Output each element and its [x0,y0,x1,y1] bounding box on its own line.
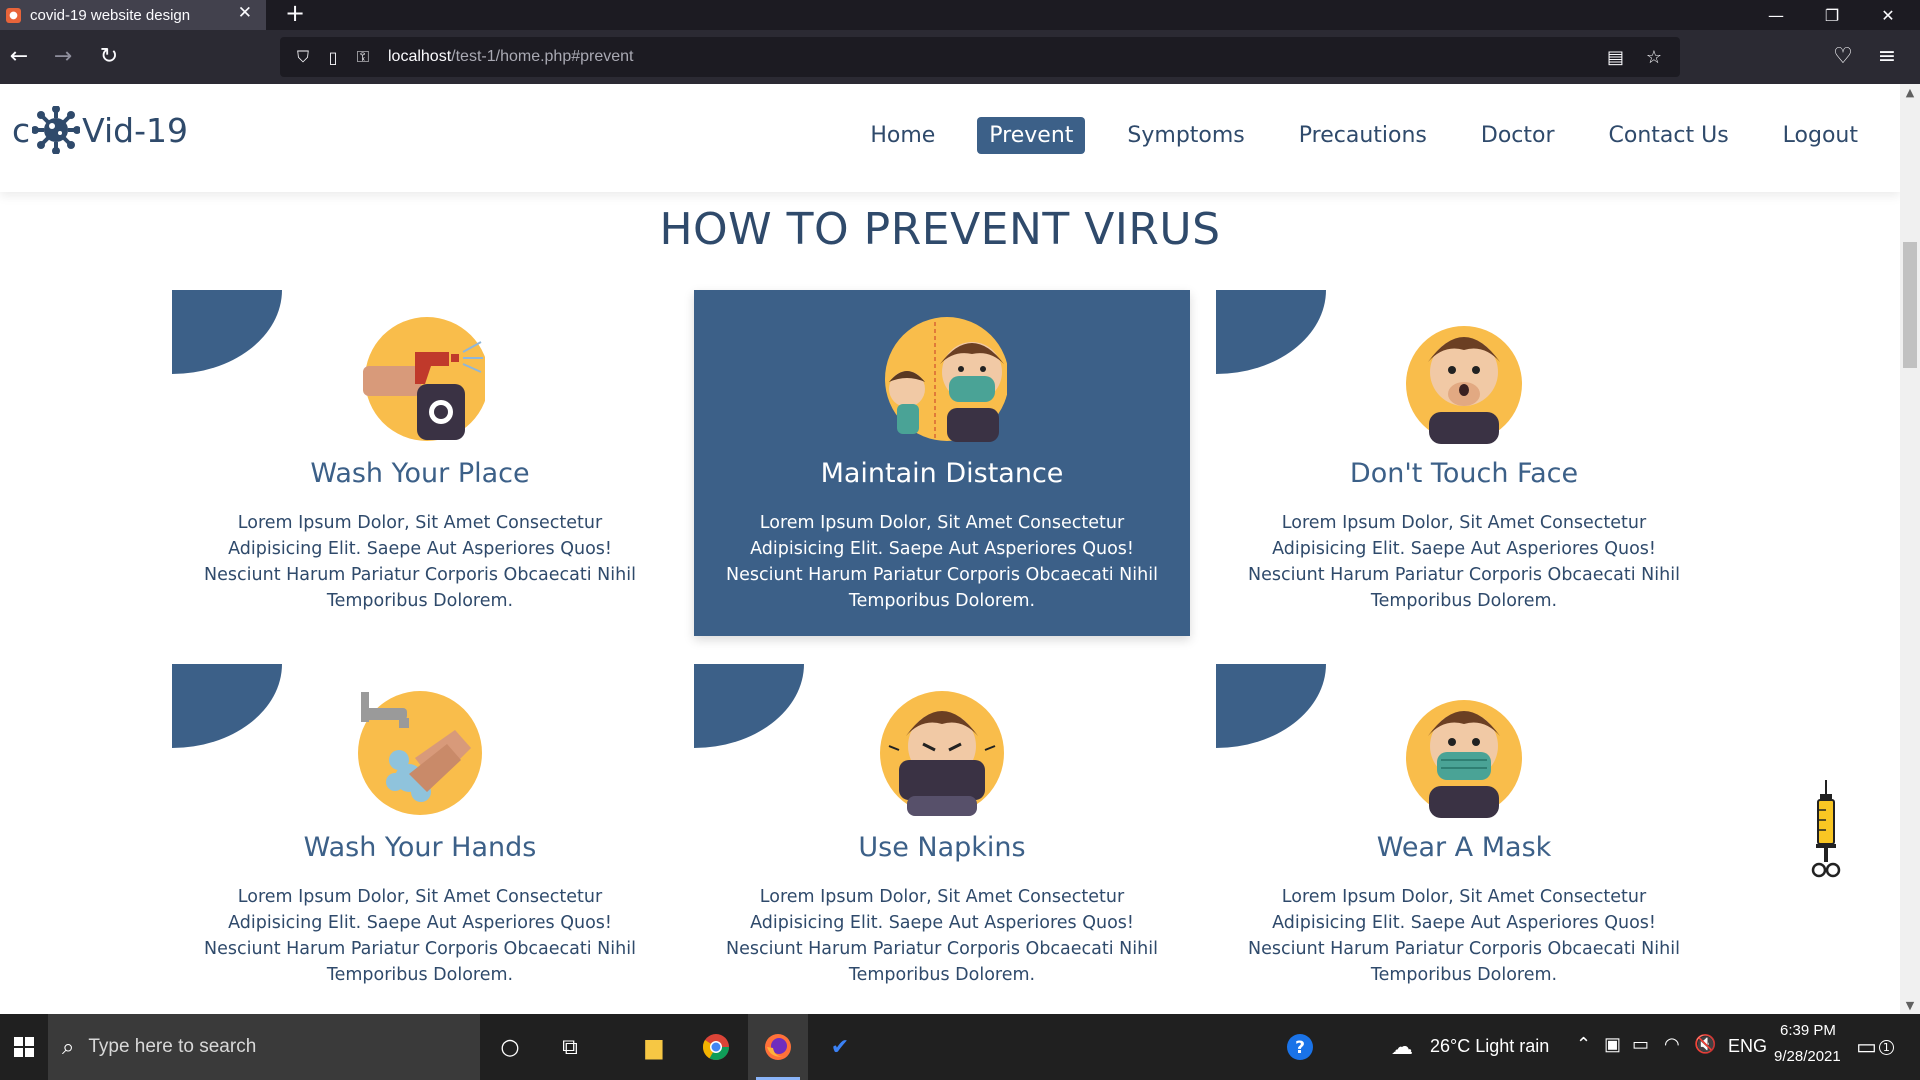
firefox-icon[interactable] [748,1014,808,1080]
card-text: Lorem Ipsum Dolor, Sit Amet Consectetur … [726,887,1158,985]
nav-home[interactable]: Home [858,117,947,154]
virus-icon [32,106,81,154]
card-title: Maintain Distance [820,458,1064,489]
card-text: Lorem Ipsum Dolor, Sit Amet Consectetur … [726,513,1158,611]
browser-toolbar: ← → ↻ ⛉ ▯ ⚿ localhost/test-1/home.php#pr… [0,30,1920,84]
clock-time[interactable]: 6:39 PM [1780,1022,1836,1039]
scroll-up-icon[interactable]: ▲ [1900,86,1920,99]
reader-mode-icon[interactable]: ▤ [1607,37,1624,77]
card-corner-decoration [1216,290,1326,374]
pocket-icon[interactable]: ♡ [1826,43,1860,71]
card-title: Use Napkins [858,832,1026,863]
svg-text:?: ? [1295,1038,1305,1058]
new-tab-icon[interactable]: + [285,0,305,26]
weather-text[interactable]: 26°C Light rain [1430,1036,1549,1057]
page-icon: ▯ [328,47,338,67]
nav-prevent[interactable]: Prevent [977,117,1086,154]
tab-close-icon[interactable]: ✕ [238,3,252,23]
nav-logout[interactable]: Logout [1771,117,1870,154]
search-icon: ⌕ [62,1034,75,1060]
logo-text-start: c [12,110,31,150]
browser-tab[interactable]: ● covid-19 website design ✕ [0,0,266,30]
site-nav-menu: Home Prevent Symptoms Precautions Doctor… [828,117,1870,154]
nav-symptoms[interactable]: Symptoms [1115,117,1256,154]
menu-hamburger-icon[interactable]: ≡ [1870,43,1904,71]
window-close-icon[interactable]: ✕ [1860,0,1916,30]
napkin-icon [880,691,1004,816]
card-title: Wash Your Place [310,458,530,489]
battery-icon[interactable]: ▭ [1632,1034,1649,1055]
windows-start-button[interactable] [0,1014,48,1080]
scroll-down-icon[interactable]: ▼ [1900,999,1920,1012]
logo-text-end: Vid-19 [82,110,189,150]
card-corner-decoration [1216,664,1326,748]
tab-favicon-icon: ● [6,7,21,23]
social-distance-icon [885,317,1007,442]
card-title: Don't Touch Face [1349,458,1579,489]
tab-title: covid-19 website design [30,6,191,24]
wash-hands-icon [358,691,482,815]
search-placeholder: Type here to search [88,1036,257,1057]
card-corner-decoration [694,664,804,748]
key-icon[interactable]: ⚿ [350,47,376,67]
page-scrollbar[interactable]: ▲ ▼ [1900,84,1920,1014]
help-icon[interactable]: ? [1270,1014,1330,1080]
nav-precautions[interactable]: Precautions [1287,117,1439,154]
cortana-icon[interactable]: ○ [480,1014,540,1080]
card-text: Lorem Ipsum Dolor, Sit Amet Consectetur … [1248,887,1680,985]
nav-contact-us[interactable]: Contact Us [1597,117,1741,154]
card-text: Lorem Ipsum Dolor, Sit Amet Consectetur … [204,513,636,611]
volume-muted-icon[interactable]: 🔇 [1694,1034,1716,1055]
reload-icon[interactable]: ↻ [92,43,126,71]
card-corner-decoration [172,664,282,748]
clock-date[interactable]: 9/28/2021 [1774,1048,1841,1065]
weather-cloud-icon[interactable]: ☁ [1382,1014,1422,1080]
url-host: localhost [388,48,452,65]
section-heading: HOW TO PREVENT VIRUS [659,204,1221,255]
wifi-icon[interactable]: ◠ [1664,1034,1680,1055]
tray-chevron-icon[interactable]: ⌃ [1576,1034,1591,1055]
shield-icon[interactable]: ⛉ [290,47,316,67]
taskbar-search[interactable]: ⌕ Type here to search [48,1014,480,1080]
restore-icon[interactable]: ❐ [1804,0,1860,30]
site-logo[interactable]: c Vid-19 [12,106,188,154]
todo-check-icon[interactable]: ✔ [810,1014,870,1080]
nav-doctor[interactable]: Doctor [1469,117,1567,154]
language-indicator[interactable]: ENG [1728,1036,1767,1057]
minimize-icon[interactable]: — [1748,0,1804,30]
card-corner-decoration [172,290,282,374]
windows-logo-icon [14,1037,34,1057]
spray-bottle-icon [363,317,485,441]
prevent-card-dont-touch-face[interactable]: Don't Touch Face Lorem Ipsum Dolor, Sit … [1216,290,1712,636]
prevent-card-wear-mask[interactable]: Wear A Mask Lorem Ipsum Dolor, Sit Amet … [1216,664,1712,1010]
scroll-thumb[interactable] [1903,242,1917,368]
prevent-card-use-napkins[interactable]: Use Napkins Lorem Ipsum Dolor, Sit Amet … [694,664,1190,1010]
notification-count: 1 [1878,1039,1894,1055]
prevent-card-wash-place[interactable]: Wash Your Place Lorem Ipsum Dolor, Sit A… [172,290,668,636]
card-title: Wash Your Hands [303,832,537,863]
touch-face-icon [1406,326,1522,444]
notification-icon[interactable]: ▭ 1 [1850,1014,1900,1080]
card-text: Lorem Ipsum Dolor, Sit Amet Consectetur … [1248,513,1680,611]
card-title: Wear A Mask [1376,832,1552,863]
syringe-icon[interactable] [1806,780,1846,880]
face-mask-icon [1406,700,1522,818]
browser-tab-bar: ● covid-19 website design ✕ + — ❐ ✕ [0,0,1920,30]
chrome-icon[interactable] [686,1014,746,1080]
prevent-card-maintain-distance[interactable]: Maintain Distance Lorem Ipsum Dolor, Sit… [694,290,1190,636]
url-text[interactable]: localhost/test-1/home.php#prevent [388,48,634,66]
card-text: Lorem Ipsum Dolor, Sit Amet Consectetur … [204,887,636,985]
device-icon[interactable]: ▣ [1604,1034,1621,1055]
prevent-card-wash-hands[interactable]: Wash Your Hands Lorem Ipsum Dolor, Sit A… [172,664,668,1010]
windows-taskbar: ⌕ Type here to search ○ ⧉ ▆ ✔ ? ☁ 26°C L… [0,1014,1920,1080]
task-view-icon[interactable]: ⧉ [540,1014,600,1080]
forward-icon[interactable]: → [46,43,80,71]
file-explorer-icon[interactable]: ▆ [624,1014,684,1080]
address-bar[interactable]: ⛉ ▯ ⚿ localhost/test-1/home.php#prevent … [280,37,1680,77]
site-header: c Vid-19 Home Prevent Symptoms Precautio… [0,84,1900,192]
bookmark-star-icon[interactable]: ☆ [1646,37,1662,77]
url-path: /test-1/home.php#prevent [451,48,634,65]
back-icon[interactable]: ← [2,43,36,71]
web-page: c Vid-19 Home Prevent Symptoms Precautio… [0,84,1900,1014]
